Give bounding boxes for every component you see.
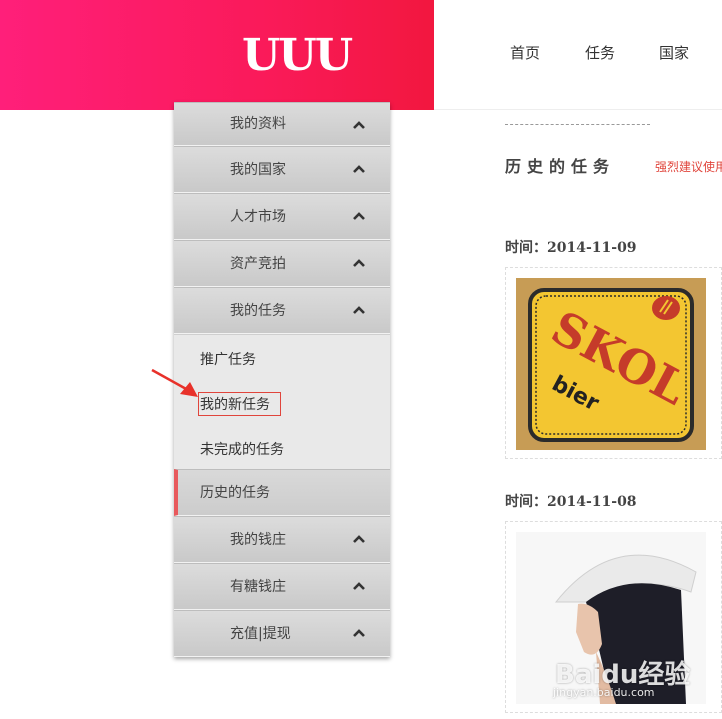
- task-image-skol[interactable]: SKOL bier: [516, 278, 706, 450]
- sidebar-menu: 我的资料 我的国家 人才市场 资产竞拍 我的任务 推广任务 我的新任务 未完成的…: [174, 102, 390, 657]
- chevron-up-icon: [353, 535, 365, 543]
- sidebar-item-recharge-withdraw[interactable]: 充值|提现: [174, 610, 390, 657]
- sidebar-item-label: 历史的任务: [200, 485, 270, 501]
- tasks-submenu: 推广任务 我的新任务 未完成的任务: [174, 334, 390, 469]
- sidebar-item-label: 我的钱庄: [230, 532, 286, 548]
- submenu-item-promo-tasks[interactable]: 推广任务: [200, 349, 256, 369]
- sidebar-item-history-tasks[interactable]: 历史的任务: [174, 469, 390, 516]
- entry-time: 时间：2014-11-09: [505, 240, 637, 256]
- chevron-up-icon: [353, 582, 365, 590]
- nav-country[interactable]: 国家: [659, 42, 689, 63]
- chevron-up-icon: [353, 629, 365, 637]
- section-note[interactable]: 强烈建议使用: [655, 158, 722, 175]
- chevron-up-icon: [353, 259, 365, 267]
- sidebar-item-my-country[interactable]: 我的国家: [174, 146, 390, 193]
- header-brand-bar: UUU: [0, 0, 434, 110]
- sidebar-item-label: 我的国家: [230, 162, 286, 178]
- sidebar-item-my-bank[interactable]: 我的钱庄: [174, 516, 390, 563]
- sidebar-item-my-profile[interactable]: 我的资料: [174, 102, 390, 146]
- watermark-url: jingyan.baidu.com: [553, 686, 655, 699]
- sidebar-item-label: 充值|提现: [230, 626, 291, 642]
- sidebar-item-label: 我的任务: [230, 303, 286, 319]
- sidebar-item-asset-auction[interactable]: 资产竞拍: [174, 240, 390, 287]
- sidebar-item-my-tasks[interactable]: 我的任务: [174, 287, 390, 334]
- submenu-item-unfinished-tasks[interactable]: 未完成的任务: [200, 439, 284, 459]
- sidebar-item-label: 有糖钱庄: [230, 579, 286, 595]
- sidebar-item-label: 人才市场: [230, 209, 286, 225]
- entry-time: 时间：2014-11-08: [505, 494, 637, 510]
- chevron-up-icon: [353, 165, 365, 173]
- sidebar-item-talent-market[interactable]: 人才市场: [174, 193, 390, 240]
- nav-tasks[interactable]: 任务: [585, 42, 615, 63]
- submenu-item-new-tasks[interactable]: 我的新任务: [198, 392, 281, 416]
- sidebar-item-sugar-bank[interactable]: 有糖钱庄: [174, 563, 390, 610]
- header-nav: 首页 任务 国家: [434, 0, 722, 110]
- annotation-arrow-icon: [151, 368, 198, 397]
- task-card[interactable]: SKOL bier: [505, 267, 722, 459]
- section-title: 历史的任务: [505, 157, 616, 176]
- logo[interactable]: UUU: [242, 33, 353, 79]
- sidebar-item-label: 资产竞拍: [230, 256, 286, 272]
- sidebar-item-label: 我的资料: [230, 116, 286, 132]
- nav-home[interactable]: 首页: [510, 42, 540, 63]
- chevron-up-icon: [353, 306, 365, 314]
- skol-coaster-image: SKOL bier: [516, 278, 706, 450]
- chevron-up-icon: [353, 121, 365, 129]
- divider: [505, 124, 650, 125]
- chevron-up-icon: [353, 212, 365, 220]
